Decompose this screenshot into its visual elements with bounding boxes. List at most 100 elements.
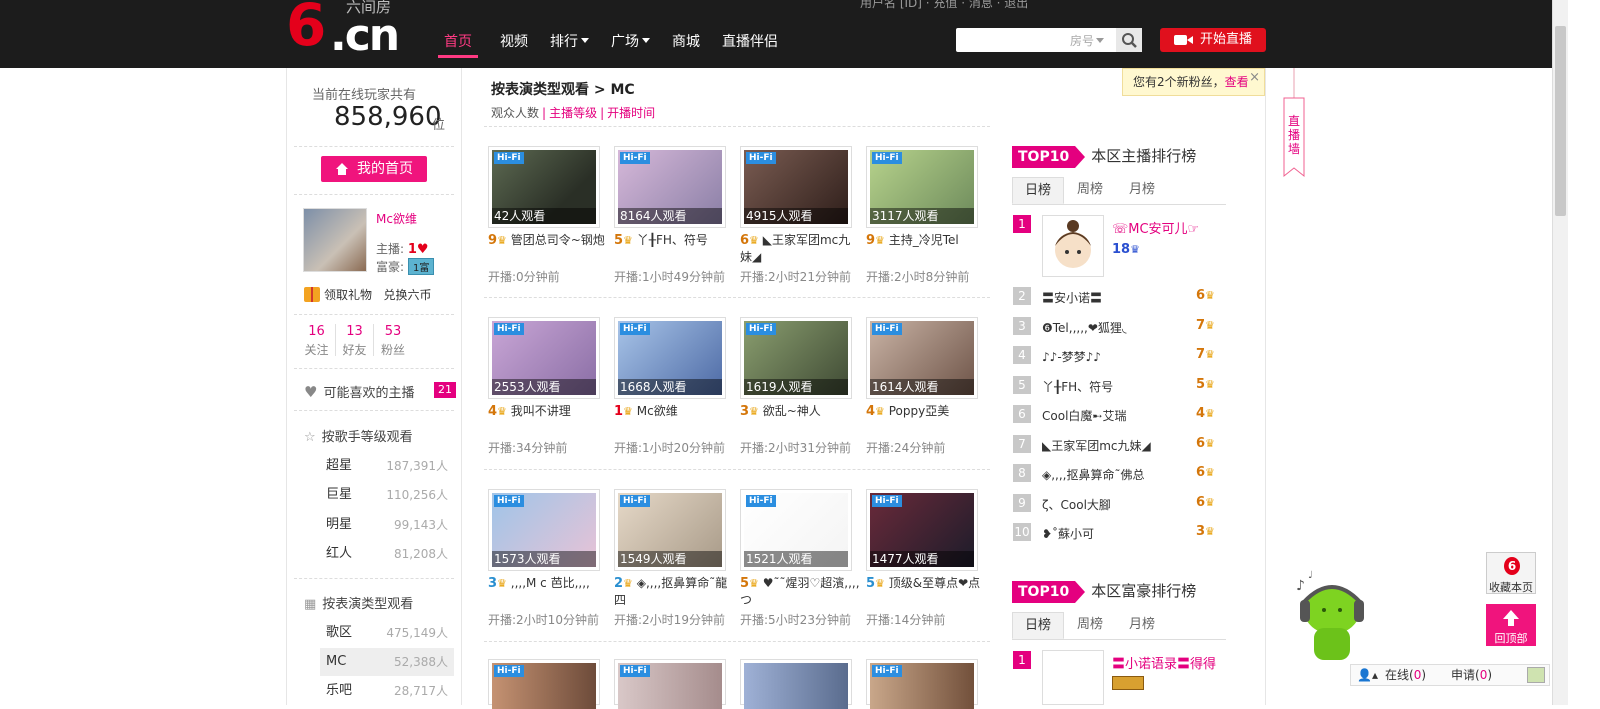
sort-time[interactable]: 开播时间 (607, 106, 655, 120)
apply-link[interactable]: 申请(0) (1451, 665, 1492, 685)
room-thumbnail[interactable]: Hi-Fi (614, 659, 726, 709)
back-to-top-button[interactable]: 回顶部 (1486, 604, 1536, 646)
search-input[interactable] (960, 31, 1064, 49)
rank-name[interactable]: ◈,,,,抠鼻算命˜佛总 (1042, 466, 1145, 483)
singer-level-star[interactable]: 明星 99,143人 (320, 511, 454, 539)
top-user-info[interactable]: 用户名 [ID] · 充值 · 消息 · 退出 (860, 0, 1028, 11)
room-thumbnail[interactable]: Hi-Fi 1619人观看 (740, 317, 852, 399)
rank-name[interactable]: Cool白魔➸艾瑞 (1042, 407, 1126, 424)
exchange-link[interactable]: 兑换六币 (383, 288, 431, 302)
nav-video[interactable]: 视频 (500, 32, 528, 58)
rank-name[interactable]: ◣王家军团mc九妹◢ (1042, 437, 1151, 454)
scrollbar-thumb[interactable] (1555, 26, 1566, 216)
tab-month[interactable]: 月榜 (1116, 612, 1168, 639)
singer-level-bigstar[interactable]: 巨星 110,256人 (320, 481, 454, 509)
room-title[interactable]: 5♛ 丫╂FH、符号 (614, 232, 734, 266)
close-icon[interactable]: × (1249, 65, 1260, 91)
room-thumbnail[interactable]: Hi-Fi 42人观看 (488, 146, 600, 228)
room-thumbnail[interactable]: Hi-Fi (488, 659, 600, 709)
rank-name[interactable]: ♪♪-梦梦♪♪ (1042, 348, 1101, 365)
rich-first-name[interactable]: 〓小诺语录〓得得 (1112, 653, 1216, 672)
room-thumbnail[interactable] (740, 659, 852, 709)
room-title[interactable]: 3♛ ,,,,M c 芭比,,,, (488, 575, 608, 609)
hifi-badge: Hi-Fi (872, 152, 902, 164)
user-name[interactable]: Mc欲维 (376, 210, 417, 227)
mascot-icon[interactable]: ♪ ♩ (1296, 570, 1368, 666)
room-title[interactable]: 9♛ 主持_冷児Tel (866, 232, 986, 266)
avatar[interactable] (303, 208, 367, 272)
viewer-count: 1614人观看 (870, 379, 974, 395)
room-thumbnail[interactable]: Hi-Fi 4915人观看 (740, 146, 852, 228)
rank-name[interactable]: ❥˚蘇小可 (1042, 525, 1094, 542)
search-box: 房号 (956, 28, 1142, 52)
nav-square[interactable]: 广场 (611, 32, 650, 58)
view-fans-link[interactable]: 查看 (1225, 75, 1249, 89)
favorite-hosts-link[interactable]: ♥ 可能喜欢的主播 (304, 382, 414, 401)
room-thumbnail[interactable]: Hi-Fi (866, 659, 978, 709)
rank-name[interactable]: 〓安小诺〓 (1042, 289, 1102, 306)
nav-home[interactable]: 首页 (438, 32, 478, 58)
start-live-button[interactable]: 开始直播 (1160, 28, 1266, 52)
type-music-bar[interactable]: 乐吧 28,717人 (320, 677, 454, 705)
nav-live-companion[interactable]: 直播伴侣 (722, 32, 778, 58)
room-thumbnail[interactable]: Hi-Fi 2553人观看 (488, 317, 600, 399)
room-thumbnail[interactable]: Hi-Fi 3117人观看 (866, 146, 978, 228)
room-title[interactable]: 2♛ ◈,,,,抠鼻算命˜龍四 (614, 575, 734, 609)
type-singing[interactable]: 歌区 475,149人 (320, 619, 454, 647)
nav-rank[interactable]: 排行 (550, 32, 589, 58)
stat-fans[interactable]: 53 粉丝 (374, 324, 412, 357)
singer-level-superstar[interactable]: 超星 187,391人 (320, 452, 454, 480)
room-thumbnail[interactable]: Hi-Fi 1573人观看 (488, 489, 600, 571)
chat-icon[interactable] (1527, 667, 1545, 683)
tab-day[interactable]: 日榜 (1012, 177, 1064, 204)
tab-month[interactable]: 月榜 (1116, 177, 1168, 204)
room-title[interactable]: 3♛ 欲乱~神人 (740, 403, 860, 437)
type-mc[interactable]: MC 52,388人 (320, 648, 454, 676)
bookmark-page-button[interactable]: 6 收藏本页 (1486, 552, 1536, 594)
room-title[interactable]: 1♛ Mc欲维 (614, 403, 734, 437)
nav-mall[interactable]: 商城 (672, 32, 700, 58)
room-title[interactable]: 5♛ 顶级&至尊点❤点 (866, 575, 986, 609)
stat-friends[interactable]: 13 好友 (336, 324, 374, 357)
sort-viewers[interactable]: 观众人数 (491, 106, 539, 120)
rank-first-name[interactable]: ☏MC安可儿☞ (1112, 218, 1199, 237)
avatar[interactable] (1042, 215, 1104, 277)
room-thumbnail[interactable]: Hi-Fi 1477人观看 (866, 489, 978, 571)
room-thumbnail[interactable]: Hi-Fi 1614人观看 (866, 317, 978, 399)
host-level: 5 (614, 233, 624, 248)
room-title[interactable]: 4♛ Poppy亞美 (866, 403, 986, 437)
crown-icon: ♛ (1205, 289, 1215, 302)
rank-number: 4 (1013, 346, 1031, 364)
room-title[interactable]: 4♛ 我叫不讲理 (488, 403, 608, 437)
site-logo[interactable]: 6 .cn 六间房 (286, 0, 410, 61)
live-wall-banner[interactable]: 直播墙 (1283, 68, 1305, 178)
room-thumbnail[interactable]: Hi-Fi 8164人观看 (614, 146, 726, 228)
hifi-badge: Hi-Fi (746, 152, 776, 164)
online-count: 858,960 (334, 102, 442, 132)
room-number-select[interactable]: 房号 (1070, 32, 1105, 49)
hifi-badge: Hi-Fi (494, 323, 524, 335)
room-title[interactable]: 9♛ 管团总司令~钢炮 (488, 232, 608, 266)
singer-level-celebrity[interactable]: 红人 81,208人 (320, 540, 454, 568)
search-button[interactable] (1116, 28, 1142, 52)
rank-name[interactable]: ζ、Cool大腳 (1042, 496, 1111, 513)
tab-week[interactable]: 周榜 (1064, 612, 1116, 639)
tab-day[interactable]: 日榜 (1012, 612, 1064, 639)
room-title[interactable]: 5♛ ♥˜˜煋羽♡超濱,,,,つ (740, 575, 860, 609)
get-gift-link[interactable]: 领取礼物 (324, 288, 372, 302)
user-icon[interactable]: 👤▴ (1357, 665, 1378, 685)
room-title[interactable]: 6♛ ◣王家军团mc九妹◢ (740, 232, 860, 266)
room-thumbnail[interactable]: Hi-Fi 1549人观看 (614, 489, 726, 571)
gift-row: 领取礼物 兑换六币 (304, 286, 431, 303)
tab-week[interactable]: 周榜 (1064, 177, 1116, 204)
room-thumbnail[interactable]: Hi-Fi 1668人观看 (614, 317, 726, 399)
rank-name[interactable]: ❻Tel,,,,,❤狐狸◟ (1042, 319, 1127, 336)
online-link[interactable]: 在线(0) (1385, 665, 1426, 685)
scrollbar[interactable] (1552, 0, 1568, 705)
avatar[interactable] (1042, 650, 1104, 705)
stat-follow[interactable]: 16 关注 (298, 324, 336, 357)
sort-level[interactable]: 主播等级 (549, 106, 597, 120)
rank-name[interactable]: 丫╂FH、符号 (1042, 378, 1113, 395)
room-thumbnail[interactable]: Hi-Fi 1521人观看 (740, 489, 852, 571)
my-home-button[interactable]: 我的首页 (321, 156, 427, 182)
